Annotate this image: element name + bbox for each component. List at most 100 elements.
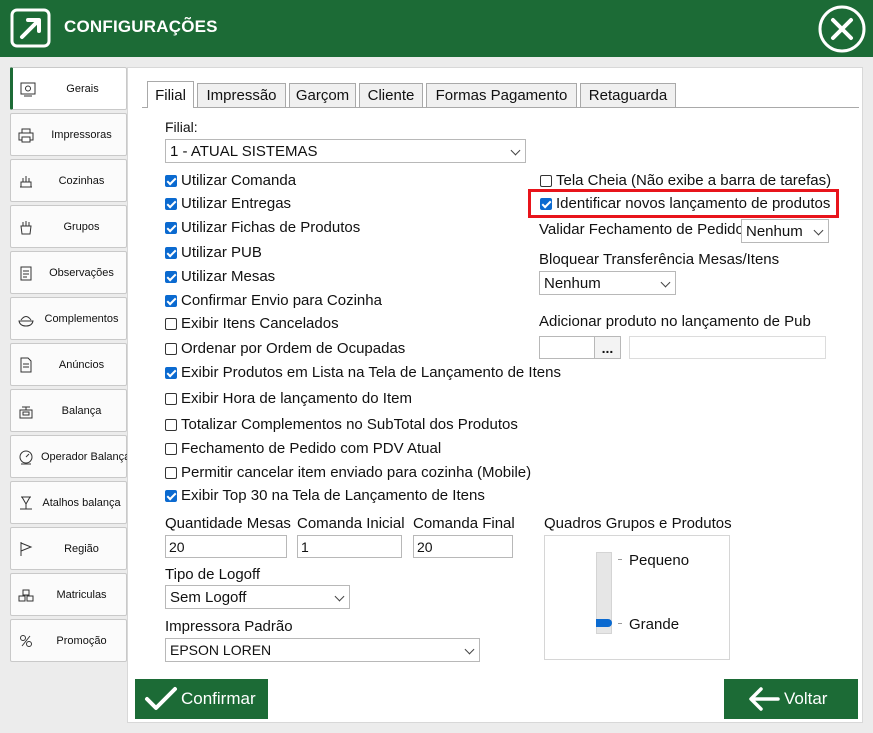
- checkbox-box[interactable]: [540, 197, 552, 210]
- checkbox-permitir-cancelar-item[interactable]: Permitir cancelar item enviado para cozi…: [165, 464, 531, 481]
- tab-cliente[interactable]: Cliente: [359, 83, 423, 107]
- sidebar-item-observacoes[interactable]: Observações: [10, 251, 127, 294]
- sidebar-item-label: Impressoras: [51, 128, 112, 141]
- checkbox-utilizar-entregas[interactable]: Utilizar Entregas: [165, 195, 291, 212]
- impressora-padrao-label: Impressora Padrão: [165, 618, 293, 635]
- checkbox-fechamento-pdv-atual[interactable]: Fechamento de Pedido com PDV Atual: [165, 440, 441, 457]
- chevron-down-icon: [660, 277, 671, 288]
- sidebar-item-promocao[interactable]: Promoção: [10, 619, 127, 662]
- checkbox-box[interactable]: [165, 317, 177, 330]
- checkbox-tela-cheia[interactable]: Tela Cheia (Não exibe a barra de tarefas…: [540, 172, 831, 189]
- sidebar-item-label: Grupos: [63, 220, 100, 233]
- validar-fechamento-label: Validar Fechamento de Pedido: [539, 221, 744, 238]
- checkbox-label: Tela Cheia (Não exibe a barra de tarefas…: [556, 172, 832, 189]
- checkbox-confirmar-envio-cozinha[interactable]: Confirmar Envio para Cozinha: [165, 292, 382, 309]
- filial-select-value: 1 - ATUAL SISTEMAS: [170, 142, 318, 160]
- sidebar-item-complementos[interactable]: Complementos: [10, 297, 127, 340]
- bloquear-transferencia-value: Nenhum: [544, 274, 601, 292]
- checkbox-box[interactable]: [165, 342, 177, 355]
- sidebar-item-label: Balança: [61, 404, 102, 417]
- validar-fechamento-select[interactable]: Nenhum: [741, 219, 829, 243]
- adicionar-produto-code-input[interactable]: [539, 336, 596, 359]
- comanda-inicial-label: Comanda Inicial: [297, 515, 405, 532]
- checkbox-label: Utilizar Entregas: [181, 195, 292, 212]
- sidebar-item-matriculas[interactable]: Matriculas: [10, 573, 127, 616]
- filial-select[interactable]: 1 - ATUAL SISTEMAS: [165, 139, 526, 163]
- checkbox-box[interactable]: [165, 294, 177, 307]
- impressora-padrao-value: EPSON LOREN: [170, 642, 272, 658]
- checkbox-label: Exibir Itens Cancelados: [181, 315, 339, 332]
- tipo-logoff-select[interactable]: Sem Logoff: [165, 585, 350, 609]
- close-button[interactable]: [816, 4, 868, 54]
- tab-garcom[interactable]: Garçom: [289, 83, 356, 107]
- comanda-final-input[interactable]: 20: [413, 535, 513, 558]
- quadros-min-label: Pequeno: [629, 552, 690, 569]
- sidebar-item-cozinhas[interactable]: Cozinhas: [10, 159, 127, 202]
- gear-icon: [13, 80, 43, 98]
- checkbox-identificar-novos-lancamentos[interactable]: Identificar novos lançamento de produtos: [540, 195, 830, 212]
- checkbox-totalizar-complementos[interactable]: Totalizar Complementos no SubTotal dos P…: [165, 416, 518, 433]
- checkbox-ordenar-ocupadas[interactable]: Ordenar por Ordem de Ocupadas: [165, 340, 405, 357]
- chevron-down-icon: [510, 145, 521, 156]
- checkbox-box[interactable]: [165, 418, 177, 431]
- bloquear-transferencia-select[interactable]: Nenhum: [539, 271, 676, 295]
- scale-shortcut-icon: [11, 494, 41, 512]
- checkmark-icon: [145, 687, 177, 710]
- adicionar-produto-name-input[interactable]: [629, 336, 826, 359]
- sidebar-item-anuncios[interactable]: Anúncios: [10, 343, 127, 386]
- quantidade-mesas-input[interactable]: 20: [165, 535, 287, 558]
- sidebar-item-label: Gerais: [66, 82, 99, 95]
- checkbox-box[interactable]: [165, 174, 177, 187]
- sidebar-item-grupos[interactable]: Grupos: [10, 205, 127, 248]
- browse-button[interactable]: ...: [594, 336, 621, 359]
- checkbox-box[interactable]: [165, 270, 177, 283]
- window-title: CONFIGURAÇÕES: [64, 17, 218, 36]
- comanda-inicial-input[interactable]: 1: [297, 535, 402, 558]
- checkbox-label: Totalizar Complementos no SubTotal dos P…: [181, 416, 518, 433]
- checkbox-utilizar-comanda[interactable]: Utilizar Comanda: [165, 172, 296, 189]
- checkbox-box[interactable]: [165, 366, 177, 379]
- checkbox-box[interactable]: [165, 221, 177, 234]
- tab-formas-pagamento[interactable]: Formas Pagamento: [426, 83, 577, 107]
- tipo-logoff-label: Tipo de Logoff: [165, 566, 261, 583]
- checkbox-box[interactable]: [165, 392, 177, 405]
- checkbox-exibir-hora-lancamento[interactable]: Exibir Hora de lançamento do Item: [165, 390, 412, 407]
- back-button[interactable]: Voltar: [724, 679, 858, 719]
- checkbox-label: Fechamento de Pedido com PDV Atual: [181, 440, 442, 457]
- chevron-down-icon: [334, 591, 345, 602]
- checkbox-box[interactable]: [165, 197, 177, 210]
- checkbox-utilizar-pub[interactable]: Utilizar PUB: [165, 244, 262, 261]
- sidebar-item-label: Anúncios: [58, 358, 105, 371]
- checkbox-exibir-top-30[interactable]: Exibir Top 30 na Tela de Lançamento de I…: [165, 487, 485, 504]
- confirm-button[interactable]: Confirmar: [135, 679, 268, 719]
- checkbox-box[interactable]: [165, 489, 177, 502]
- sidebar-item-atalhos-balanca[interactable]: Atalhos balança: [10, 481, 127, 524]
- impressora-padrao-select[interactable]: EPSON LOREN: [165, 638, 480, 662]
- checkbox-utilizar-mesas[interactable]: Utilizar Mesas: [165, 268, 275, 285]
- chevron-down-icon: [813, 225, 824, 236]
- checkbox-exibir-produtos-lista[interactable]: Exibir Produtos em Lista na Tela de Lanç…: [165, 364, 561, 381]
- sidebar-item-operador-balanca[interactable]: Operador Balança: [10, 435, 130, 478]
- tab-divider: [142, 107, 859, 108]
- tab-impressao[interactable]: Impressão: [197, 83, 286, 107]
- checkbox-exibir-itens-cancelados[interactable]: Exibir Itens Cancelados: [165, 315, 339, 332]
- sidebar-item-regiao[interactable]: Região: [10, 527, 127, 570]
- checkbox-box[interactable]: [540, 174, 552, 187]
- sidebar-item-gerais[interactable]: Gerais: [10, 67, 127, 110]
- slider-tick: [618, 559, 622, 560]
- sidebar-item-impressoras[interactable]: Impressoras: [10, 113, 127, 156]
- sidebar-item-label: Promoção: [56, 634, 107, 647]
- quadros-slider-thumb[interactable]: [596, 619, 612, 627]
- checkbox-box[interactable]: [165, 442, 177, 455]
- document-icon: [11, 356, 41, 374]
- tab-retaguarda[interactable]: Retaguarda: [580, 83, 676, 107]
- checkbox-utilizar-fichas-produtos[interactable]: Utilizar Fichas de Produtos: [165, 219, 360, 236]
- checkbox-box[interactable]: [165, 466, 177, 479]
- comanda-final-label: Comanda Final: [413, 515, 515, 532]
- notes-icon: [11, 264, 41, 282]
- tipo-logoff-value: Sem Logoff: [170, 588, 247, 606]
- sidebar-item-label: Operador Balança: [41, 450, 131, 463]
- checkbox-box[interactable]: [165, 246, 177, 259]
- tab-filial[interactable]: Filial: [147, 81, 194, 108]
- sidebar-item-balanca[interactable]: Balança: [10, 389, 127, 432]
